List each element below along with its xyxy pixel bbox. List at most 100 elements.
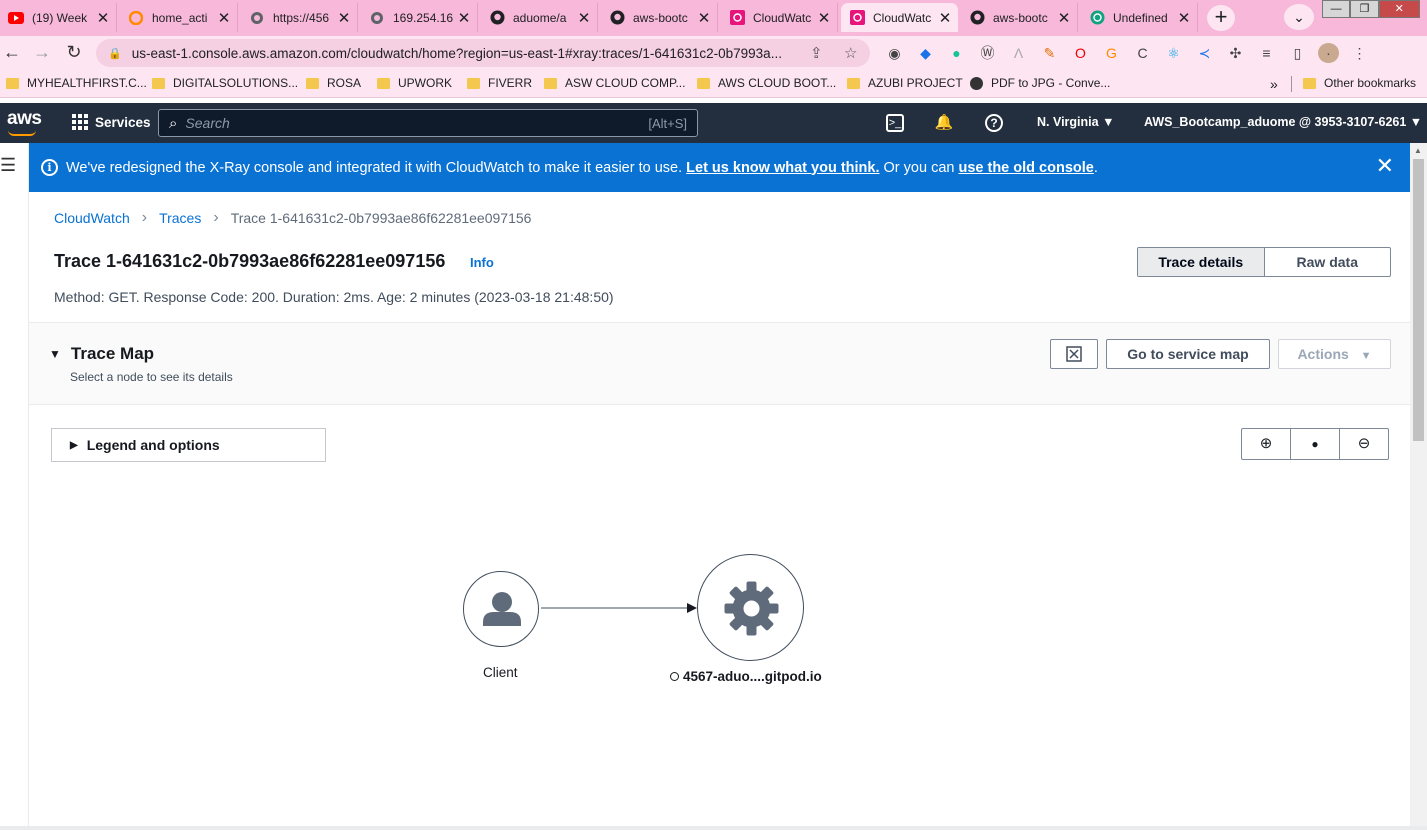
reading-list-icon[interactable]: ≡ [1256,43,1277,63]
back-arrow-icon[interactable]: ← [0,40,24,64]
trace-node-service[interactable] [697,554,804,661]
wordpress-icon[interactable]: Ⓦ [977,43,998,63]
extensions-bar: ◉ ◆ ● Ⓦ Λ ✎ O G C ⚛ ≺ ✣ ≡ ▯ · ⋮ [884,43,1370,63]
services-menu[interactable]: Services [72,114,151,130]
opera-icon[interactable]: O [1070,43,1091,63]
more-bookmarks-chevron[interactable]: » [1270,76,1278,92]
extension-icon[interactable]: ◆ [915,43,936,63]
chevron-right-icon: › [141,209,148,226]
scroll-up-icon[interactable]: ▲ [1414,146,1422,155]
bookmark-item[interactable]: FIVERR [467,76,532,90]
minimize-button[interactable]: — [1322,0,1351,18]
close-tab-icon[interactable]: ✕ [217,9,231,27]
pen-icon[interactable]: ✎ [1039,43,1060,63]
info-link[interactable]: Info [470,255,494,270]
feedback-link[interactable]: Let us know what you think. [686,160,879,176]
region-selector[interactable]: N. Virginia ▼ [1037,115,1114,129]
browser-tab[interactable]: aduome/a ✕ [481,3,598,32]
hamburger-menu-icon[interactable]: ☰ [0,155,16,176]
bookmark-item[interactable]: PDF to JPG - Conve... [970,76,1110,90]
breadcrumb-traces[interactable]: Traces [159,210,201,226]
page-scrollbar[interactable]: ▲ [1410,143,1427,830]
tab-trace-details[interactable]: Trace details [1138,248,1265,276]
trace-node-client[interactable] [463,571,539,647]
go-to-service-map-button[interactable]: Go to service map [1106,339,1270,369]
user-icon [483,592,521,626]
close-tab-icon[interactable]: ✕ [337,9,351,27]
close-tab-icon[interactable]: ✕ [577,9,591,27]
aws-logo-smile [8,130,36,136]
puzzle-icon[interactable]: ✣ [1225,43,1246,63]
close-icon[interactable]: ✕ [1376,155,1394,177]
account-menu[interactable]: AWS_Bootcamp_aduome @ 3953-3107-6261 ▼ [1144,115,1422,129]
browser-tab[interactable]: Undefined ✕ [1081,3,1198,32]
aws-search-input[interactable]: ⌕ Search [Alt+S] [158,109,698,137]
bookmark-item[interactable]: DIGITALSOLUTIONS... [152,76,298,90]
old-console-link[interactable]: use the old console [958,160,1093,176]
reset-view-icon[interactable]: ● [1291,429,1340,459]
reload-icon[interactable]: ↻ [62,40,86,64]
close-tab-icon[interactable]: ✕ [817,9,831,27]
react-icon[interactable]: ⚛ [1163,43,1184,63]
bell-icon[interactable]: 🔔 [934,113,954,133]
chatgpt-icon [1089,10,1105,26]
extension-c-icon[interactable]: C [1132,43,1153,63]
bottom-border [0,826,1427,830]
scrollbar-thumb[interactable] [1413,159,1424,441]
zoom-out-icon[interactable]: ⊖ [1340,429,1388,459]
bookmark-item[interactable]: UPWORK [377,76,452,90]
breadcrumb-cloudwatch[interactable]: CloudWatch [54,210,130,226]
help-icon[interactable]: ? [985,114,1003,132]
browser-tab-active[interactable]: CloudWatc ✕ [841,3,958,32]
share-icon[interactable]: ⇪ [810,44,823,62]
tab-search-chevron-icon[interactable]: ⌄ [1284,4,1314,30]
bookmark-item[interactable]: AWS CLOUD BOOT... [697,76,836,90]
folder-icon [6,77,19,89]
cloudwatch-icon [849,10,865,26]
cloudshell-icon[interactable]: >_ [886,114,904,132]
maximize-button[interactable]: ❐ [1350,0,1379,18]
window-close-button[interactable]: ✕ [1378,0,1420,18]
browser-tab[interactable]: (19) Week ✕ [0,3,117,32]
bookmark-star-icon[interactable]: ☆ [844,44,857,62]
camera-icon[interactable]: ◉ [884,43,905,63]
address-bar[interactable]: 🔒 us-east-1.console.aws.amazon.com/cloud… [96,39,870,67]
browser-tab[interactable]: home_acti ✕ [120,3,238,32]
node-label-client: Client [483,665,518,680]
tab-raw-data[interactable]: Raw data [1265,248,1391,276]
new-tab-button[interactable]: + [1207,5,1235,31]
forward-arrow-icon[interactable]: → [30,40,54,64]
close-tab-icon[interactable]: ✕ [1057,9,1071,27]
aws-logo[interactable]: aws [7,108,42,130]
avatar[interactable]: · [1318,43,1339,63]
gitpod-ext-icon[interactable]: G [1101,43,1122,63]
bookmark-item[interactable]: MYHEALTHFIRST.C... [6,76,147,90]
close-tab-icon[interactable]: ✕ [697,9,711,27]
other-bookmarks[interactable]: Other bookmarks [1303,76,1416,90]
browser-tab[interactable]: 169.254.16 ✕ [361,3,478,32]
vscode-icon[interactable]: ≺ [1194,43,1215,63]
bookmark-item[interactable]: AZUBI PROJECT [847,76,963,90]
close-tab-icon[interactable]: ✕ [938,9,952,27]
browser-tab[interactable]: CloudWatc ✕ [721,3,838,32]
breadcrumb-current: Trace 1-641631c2-0b7993ae86f62281ee09715… [230,210,532,226]
fullscreen-button[interactable] [1050,339,1098,369]
grammarly-icon[interactable]: ● [946,43,967,63]
folder-icon [847,77,860,89]
browser-tab[interactable]: https://456 ✕ [241,3,358,32]
bookmark-item[interactable]: ROSA [306,76,361,90]
extension-a-icon[interactable]: Λ [1008,43,1029,63]
close-tab-icon[interactable]: ✕ [96,9,110,27]
close-tab-icon[interactable]: ✕ [457,9,471,27]
sidepanel-icon[interactable]: ▯ [1287,43,1308,63]
bookmark-item[interactable]: ASW CLOUD COMP... [544,76,685,90]
trace-map-toggle[interactable]: ▼ Trace Map [49,344,154,364]
browser-tab[interactable]: aws-bootc ✕ [961,3,1078,32]
legend-and-options-toggle[interactable]: ▶ Legend and options [51,428,326,462]
actions-dropdown[interactable]: Actions ▼ [1278,339,1391,369]
github-icon [609,10,625,26]
menu-kebab-icon[interactable]: ⋮ [1349,43,1370,63]
browser-tab[interactable]: aws-bootc ✕ [601,3,718,32]
close-tab-icon[interactable]: ✕ [1177,9,1191,27]
zoom-in-icon[interactable]: ⊕ [1242,429,1291,459]
